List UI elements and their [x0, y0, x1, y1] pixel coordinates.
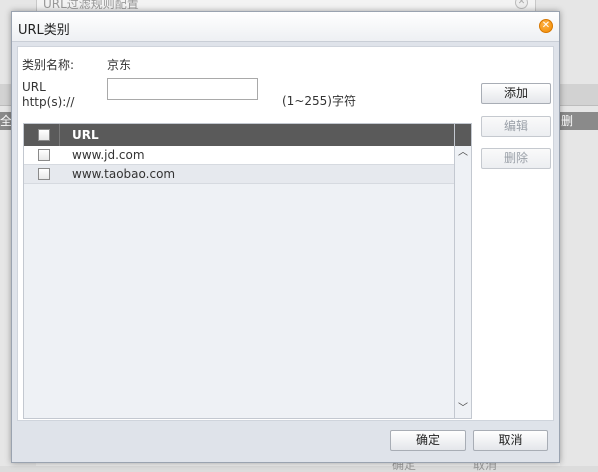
- select-all-checkbox[interactable]: [38, 129, 50, 141]
- row-checkbox[interactable]: [38, 168, 50, 180]
- delete-button[interactable]: 删除: [481, 148, 551, 169]
- cancel-button[interactable]: 取消: [473, 430, 548, 451]
- row-url: www.jd.com: [72, 148, 145, 162]
- url-label: URL: [22, 80, 46, 94]
- category-name-label: 类别名称:: [22, 58, 75, 72]
- row-url: www.taobao.com: [72, 167, 176, 181]
- edit-button[interactable]: 编辑: [481, 116, 551, 137]
- row-checkbox[interactable]: [38, 149, 50, 161]
- scrollbar-header-filler: [455, 124, 471, 146]
- url-table: URL www.jd.com www.taobao.com ︿ ﹀: [23, 123, 472, 419]
- dialog-title: URL类别: [18, 23, 70, 38]
- close-icon[interactable]: ✕: [539, 19, 553, 33]
- column-header-url: URL: [72, 128, 99, 142]
- table-scrollbar[interactable]: ︿ ﹀: [454, 124, 471, 418]
- add-button[interactable]: 添加: [481, 83, 551, 104]
- dialog-titlebar: URL类别 ✕: [12, 12, 559, 42]
- category-name-value: 京东: [107, 58, 132, 72]
- ok-button[interactable]: 确定: [390, 430, 466, 451]
- chevron-up-icon[interactable]: ︿: [455, 146, 471, 160]
- table-row[interactable]: www.taobao.com: [24, 165, 455, 184]
- chevron-down-icon[interactable]: ﹀: [455, 402, 471, 416]
- table-row[interactable]: www.jd.com: [24, 146, 455, 165]
- url-input[interactable]: [107, 78, 258, 100]
- table-header: URL: [24, 124, 455, 146]
- dialog-body: 类别名称: 京东 URL http(s):// (1~255)字符 添加 编辑 …: [17, 46, 554, 421]
- background-header-right-text: 删: [561, 114, 574, 128]
- header-checkbox-cell: [24, 124, 60, 146]
- url-protocol-label: http(s)://: [22, 95, 75, 109]
- url-category-dialog: URL类别 ✕ 类别名称: 京东 URL http(s):// (1~255)字…: [11, 11, 560, 463]
- table-rows: www.jd.com www.taobao.com: [24, 146, 455, 184]
- url-length-hint: (1~255)字符: [282, 94, 356, 108]
